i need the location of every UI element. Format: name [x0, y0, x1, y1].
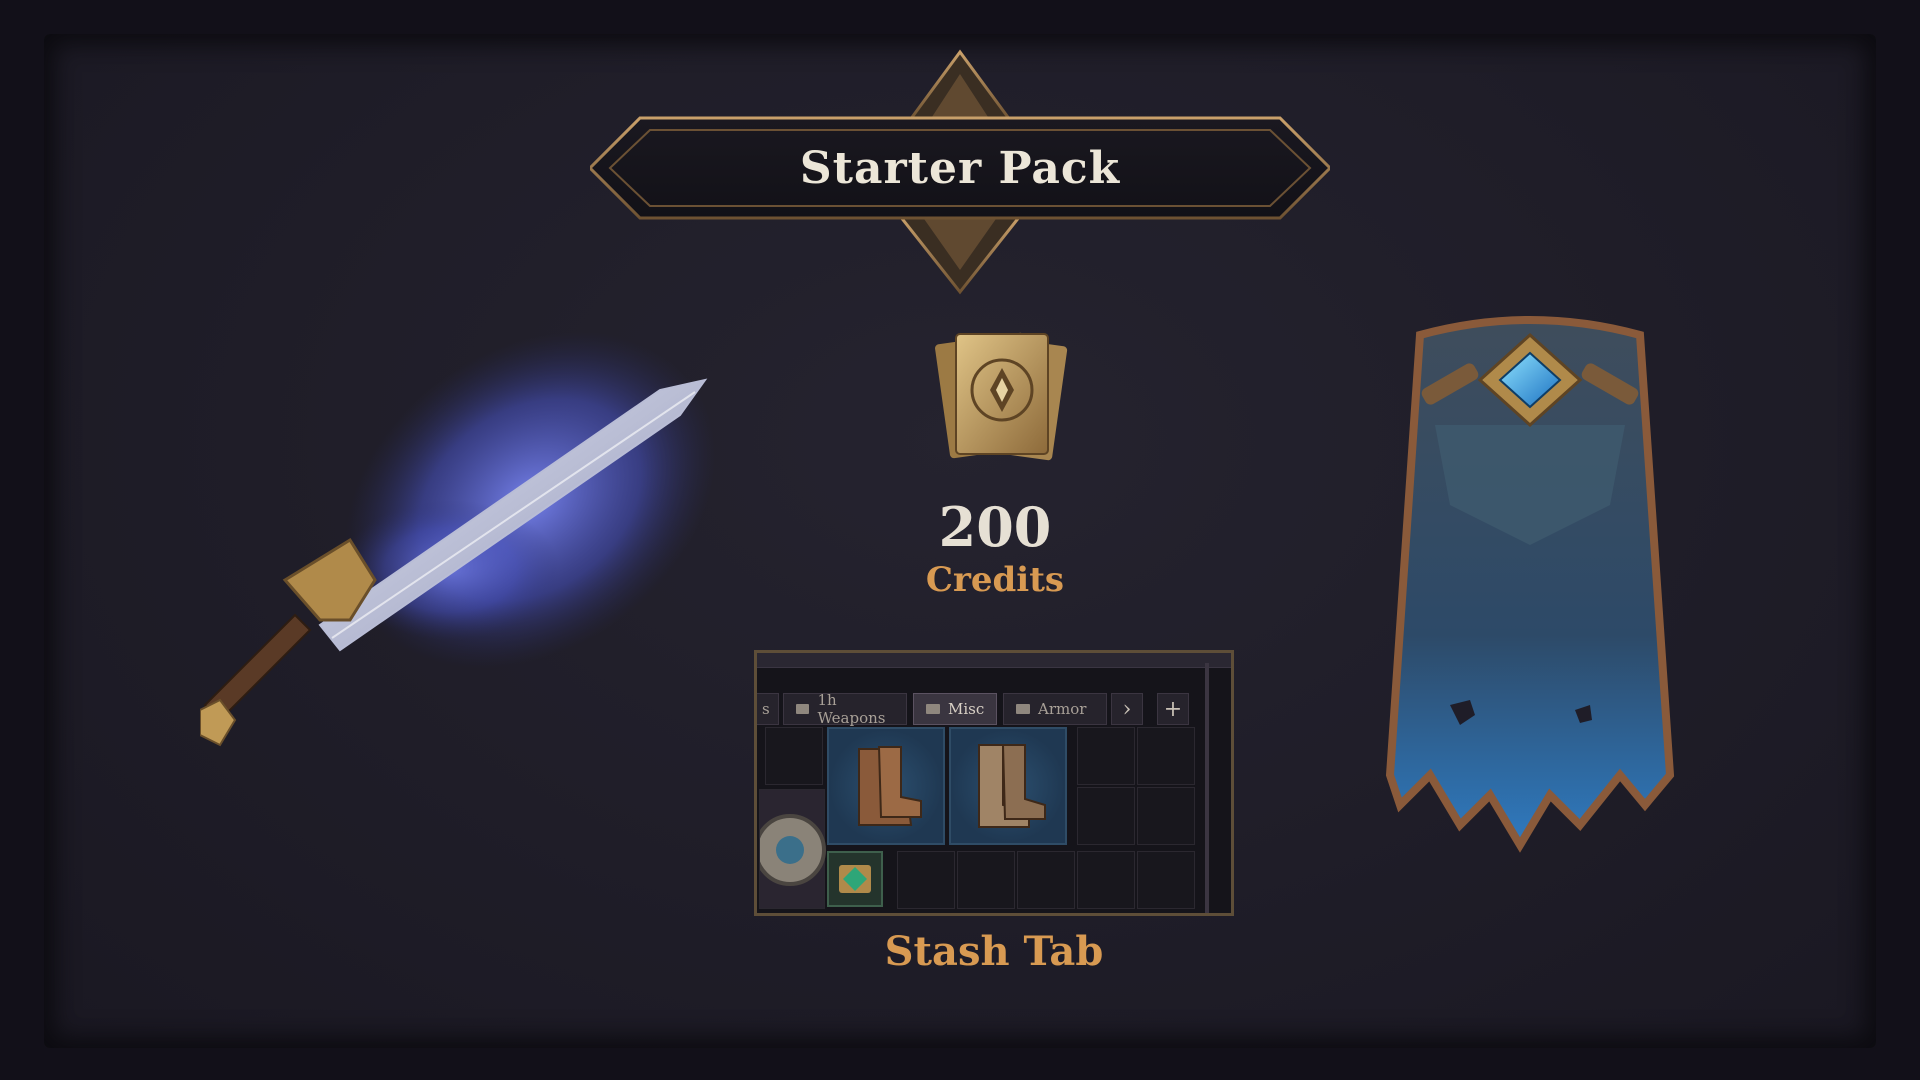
plus-icon: +	[1163, 696, 1183, 722]
stash-cell[interactable]	[1077, 787, 1135, 845]
tab-misc[interactable]: Misc	[913, 693, 997, 725]
tab-partial[interactable]: s	[757, 693, 779, 725]
stash-cell[interactable]	[1077, 727, 1135, 785]
stash-cell[interactable]	[765, 727, 823, 785]
stash-cell[interactable]	[957, 851, 1015, 909]
folder-icon	[1016, 704, 1030, 714]
blue-cape-icon	[1380, 305, 1680, 865]
frost-greatsword-icon	[199, 320, 780, 840]
stash-item-green-gem[interactable]	[827, 851, 883, 907]
credits-label: Credits	[925, 560, 1065, 600]
tab-1h-weapons[interactable]: 1h Weapons	[783, 691, 907, 727]
tab-armor[interactable]: Armor	[1003, 693, 1107, 725]
stash-item-boots-tan[interactable]	[949, 727, 1067, 845]
folder-icon	[796, 704, 810, 714]
stash-cell[interactable]	[1137, 787, 1195, 845]
tab-label: Misc	[948, 700, 985, 718]
stash-grid	[757, 727, 1231, 913]
tab-label: Armor	[1038, 700, 1087, 718]
stash-cell[interactable]	[897, 851, 955, 909]
stash-cell[interactable]	[1137, 851, 1195, 909]
boots-icon	[978, 744, 1046, 828]
title-banner: Starter Pack	[590, 48, 1330, 298]
stash-tab-preview: s 1h Weapons Misc Armor › +	[754, 650, 1234, 916]
banner-title: Starter Pack	[799, 142, 1121, 194]
stash-cell[interactable]	[1017, 851, 1075, 909]
add-tab-button[interactable]: +	[1157, 693, 1189, 725]
credits-amount: 200	[938, 495, 1052, 559]
stash-tab-label: Stash Tab	[884, 928, 1104, 975]
green-gem-icon	[839, 865, 871, 893]
tab-label: s	[762, 700, 770, 718]
folder-icon	[926, 704, 940, 714]
stash-item-shield[interactable]	[757, 789, 826, 909]
stash-tabs: s 1h Weapons Misc Armor › +	[757, 691, 1231, 727]
stash-top-bar	[757, 653, 1231, 668]
stash-item-boots-brown[interactable]	[827, 727, 945, 845]
stash-cell[interactable]	[1077, 851, 1135, 909]
next-tab-button[interactable]: ›	[1111, 693, 1143, 725]
credits-cards-icon	[930, 328, 1075, 463]
tab-label: 1h Weapons	[817, 691, 886, 727]
shield-icon	[757, 814, 826, 886]
chevron-right-icon: ›	[1122, 696, 1132, 722]
stash-cell[interactable]	[1137, 727, 1195, 785]
boots-icon	[858, 746, 922, 826]
